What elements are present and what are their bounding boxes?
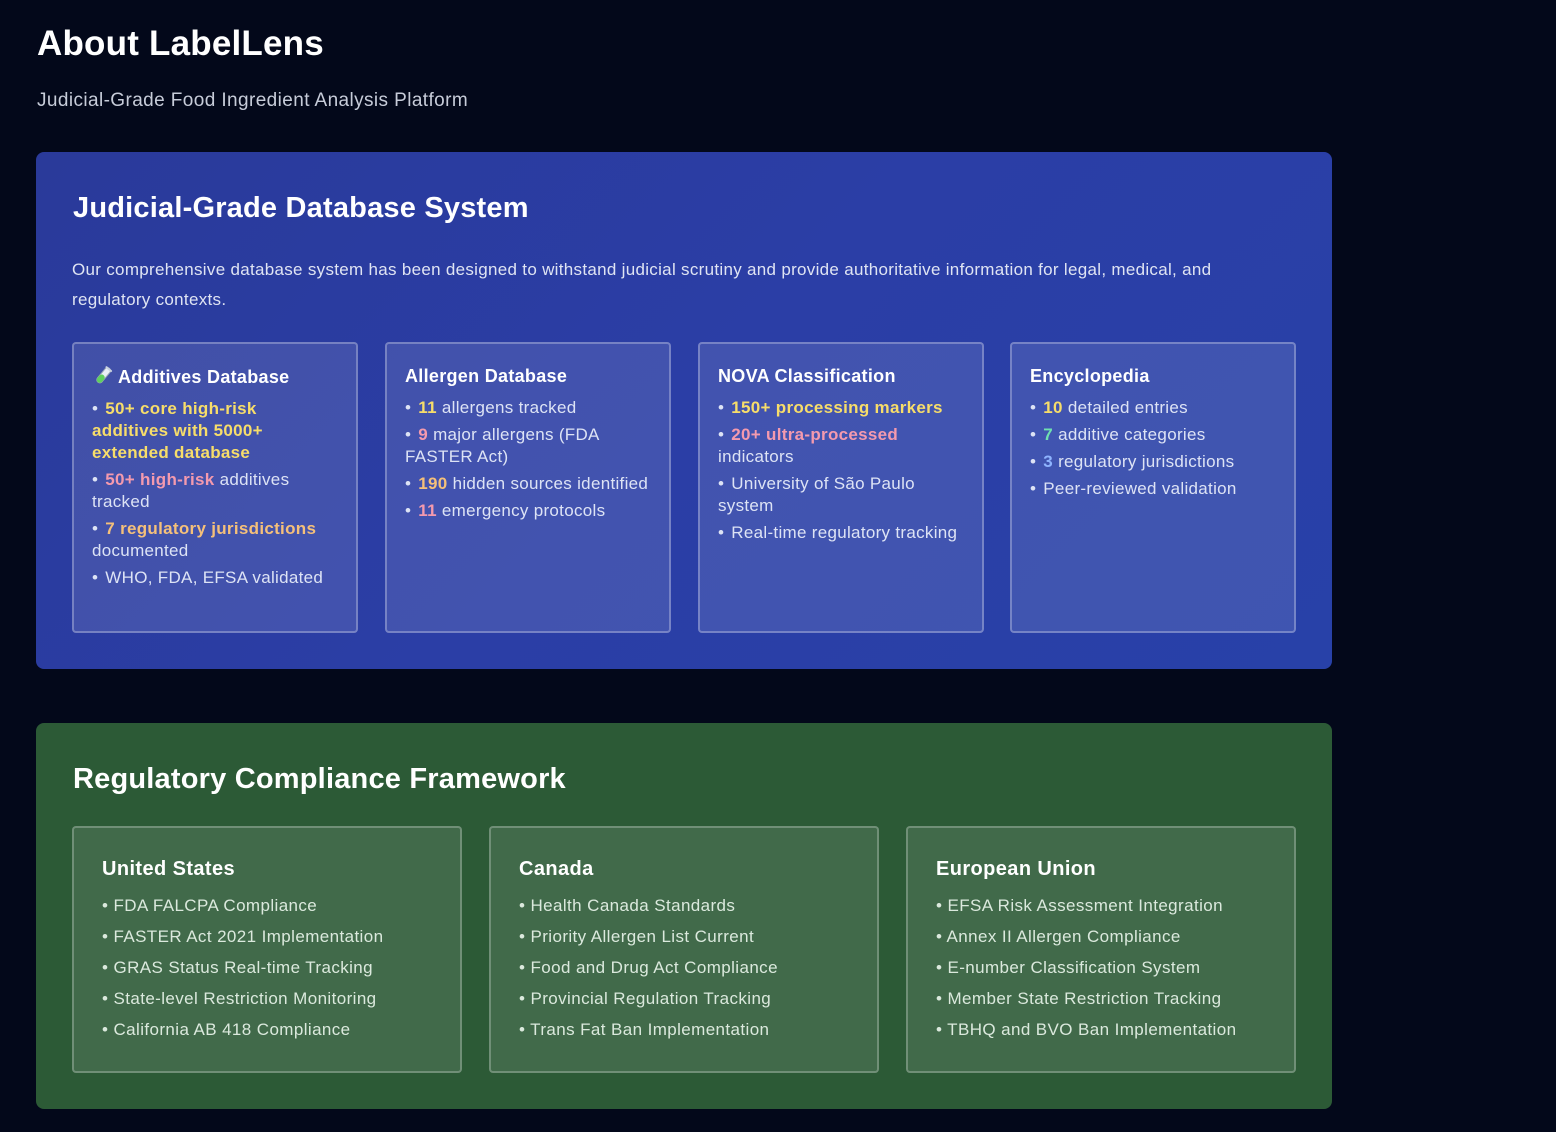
list-item: • State-level Restriction Monitoring xyxy=(102,989,377,1008)
card-title: Allergen Database xyxy=(405,366,568,386)
regulatory-framework-section: Regulatory Compliance Framework United S… xyxy=(36,723,1332,1109)
list-item: • Member State Restriction Tracking xyxy=(936,989,1222,1008)
card-list: • 150+ processing markers • 20+ ultra-pr… xyxy=(718,397,964,544)
allergen-database-card: Allergen Database • 11 allergens tracked… xyxy=(385,342,671,633)
card-title: Canada xyxy=(519,858,594,880)
list-item: • 3 regulatory jurisdictions xyxy=(1030,452,1235,471)
list-item: • Provincial Regulation Tracking xyxy=(519,989,772,1008)
list-item: • Food and Drug Act Compliance xyxy=(519,958,778,977)
card-list: • 50+ core high-risk additives with 5000… xyxy=(92,398,338,589)
list-item: • 7 additive categories xyxy=(1030,425,1206,444)
list-item: • Priority Allergen List Current xyxy=(519,927,755,946)
card-list: • Health Canada Standards • Priority All… xyxy=(519,895,849,1041)
list-item: • 11 emergency protocols xyxy=(405,501,606,520)
list-item: • E-number Classification System xyxy=(936,958,1201,977)
list-item: • 10 detailed entries xyxy=(1030,398,1188,417)
list-item: • 50+ high-risk additives tracked xyxy=(92,470,290,511)
list-item: • Peer-reviewed validation xyxy=(1030,479,1237,498)
list-item: • GRAS Status Real-time Tracking xyxy=(102,958,374,977)
list-item: • 11 allergens tracked xyxy=(405,398,577,417)
about-page: About LabelLens Judicial-Grade Food Ingr… xyxy=(0,0,1556,1132)
additives-database-card: Additives Database • 50+ core high-risk … xyxy=(72,342,358,633)
section-title: Regulatory Compliance Framework xyxy=(73,763,566,795)
list-item: • WHO, FDA, EFSA validated xyxy=(92,568,324,587)
card-title-text: Additives Database xyxy=(118,367,290,387)
list-item: • California AB 418 Compliance xyxy=(102,1020,351,1039)
card-list: • 11 allergens tracked • 9 major allerge… xyxy=(405,397,651,522)
card-title: European Union xyxy=(936,858,1097,880)
list-item: • University of São Paulo system xyxy=(718,474,915,515)
page-subtitle: Judicial-Grade Food Ingredient Analysis … xyxy=(37,90,469,111)
encyclopedia-card: Encyclopedia • 10 detailed entries • 7 a… xyxy=(1010,342,1296,633)
list-item: • EFSA Risk Assessment Integration xyxy=(936,896,1223,915)
card-title: Additives Database xyxy=(92,366,338,388)
section-title: Judicial-Grade Database System xyxy=(73,192,529,224)
list-item: • Real-time regulatory tracking xyxy=(718,523,958,542)
list-item: • 150+ processing markers xyxy=(718,398,943,417)
list-item: • 7 regulatory jurisdictions documented xyxy=(92,519,317,560)
card-title: NOVA Classification xyxy=(718,366,896,386)
list-item: • 20+ ultra-processed indicators xyxy=(718,425,899,466)
card-list: • 10 detailed entries • 7 additive categ… xyxy=(1030,397,1276,500)
list-item: • Annex II Allergen Compliance xyxy=(936,927,1181,946)
test-tube-icon xyxy=(92,366,114,386)
list-item: • 190 hidden sources identified xyxy=(405,474,649,493)
card-list: • FDA FALCPA Compliance • FASTER Act 202… xyxy=(102,895,432,1041)
list-item: • Health Canada Standards xyxy=(519,896,736,915)
section-description: Our comprehensive database system has be… xyxy=(72,260,1212,309)
list-item: • FASTER Act 2021 Implementation xyxy=(102,927,384,946)
card-title: Encyclopedia xyxy=(1030,366,1150,386)
united-states-card: United States • FDA FALCPA Compliance • … xyxy=(72,826,462,1073)
list-item: • Trans Fat Ban Implementation xyxy=(519,1020,770,1039)
page-title: About LabelLens xyxy=(37,24,324,63)
list-item: • 50+ core high-risk additives with 5000… xyxy=(92,399,263,462)
list-item: • 9 major allergens (FDA FASTER Act) xyxy=(405,425,599,466)
nova-classification-card: NOVA Classification • 150+ processing ma… xyxy=(698,342,984,633)
list-item: • TBHQ and BVO Ban Implementation xyxy=(936,1020,1237,1039)
list-item: • FDA FALCPA Compliance xyxy=(102,896,318,915)
card-list: • EFSA Risk Assessment Integration • Ann… xyxy=(936,895,1266,1041)
canada-card: Canada • Health Canada Standards • Prior… xyxy=(489,826,879,1073)
european-union-card: European Union • EFSA Risk Assessment In… xyxy=(906,826,1296,1073)
card-title: United States xyxy=(102,858,236,880)
database-system-section: Judicial-Grade Database System Our compr… xyxy=(36,152,1332,669)
